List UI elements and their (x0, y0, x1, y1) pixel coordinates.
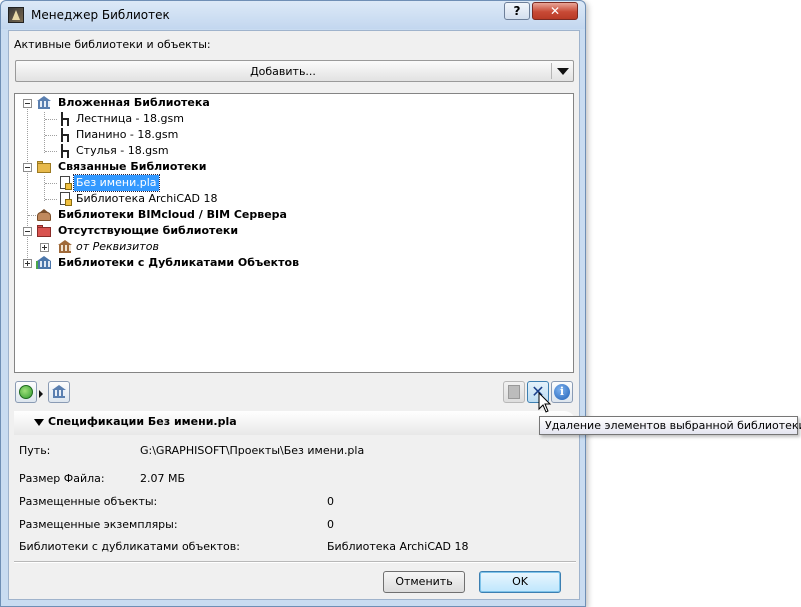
title-bar[interactable]: Менеджер Библиотек ? ✕ (1, 1, 585, 29)
close-button[interactable]: ✕ (532, 2, 578, 20)
collapse-embedded-toggle[interactable] (23, 99, 32, 108)
missing-library-icon (36, 223, 52, 239)
specifications-title: Спецификации Без имени.pla (48, 415, 237, 428)
props-library-icon (57, 239, 73, 255)
tree-connector (45, 199, 57, 200)
bimcloud-label: Библиотеки BIMcloud / BIM Сервера (58, 208, 287, 221)
tree-item-label: Пианино - 18.gsm (76, 128, 179, 141)
archicad-app-icon (8, 7, 24, 23)
info-button[interactable]: i (551, 381, 573, 403)
tree-connector (45, 183, 57, 184)
duplicate-objects-icon (36, 255, 52, 271)
selected-item-label: Без имени.pla (73, 174, 160, 192)
placed-objects-label: Размещенные объекты: (19, 495, 158, 508)
file-size-value: 2.07 МБ (140, 472, 186, 485)
tree-connector (45, 135, 57, 136)
tree-item-label: Лестница - 18.gsm (76, 112, 184, 125)
save-icon (508, 385, 520, 399)
embedded-library-label: Вложенная Библиотека (58, 96, 210, 109)
library-folder-icon (57, 191, 73, 207)
placed-instances-label: Размещенные экземпляры: (19, 518, 178, 531)
add-button-label: Добавить... (250, 65, 316, 78)
add-library-button[interactable]: Добавить... (15, 60, 574, 82)
tree-connector (44, 176, 45, 201)
library-icon (51, 384, 67, 400)
tree-connector (45, 151, 57, 152)
tree-item-label: Библиотека ArchiCAD 18 (76, 192, 218, 205)
tree-connector (27, 106, 28, 268)
path-label: Путь: (19, 444, 51, 457)
placed-objects-value: 0 (327, 495, 334, 508)
gsm-object-icon (57, 111, 73, 127)
window-title: Менеджер Библиотек (31, 8, 170, 22)
active-libraries-label: Активные библиотеки и объекты: (14, 38, 211, 51)
linked-library-icon (36, 159, 52, 175)
bimcloud-icon (36, 207, 52, 223)
delete-tooltip: Удаление элементов выбранной библиотеки (539, 416, 801, 435)
reload-libraries-button[interactable] (15, 381, 37, 403)
duplicate-libraries-value: Библиотека ArchiCAD 18 (327, 540, 469, 553)
file-size-label: Размер Файла: (19, 472, 105, 485)
specifications-header[interactable]: Спецификации Без имени.pla (14, 411, 576, 435)
collapse-missing-toggle[interactable] (23, 227, 32, 236)
tree-connector (45, 119, 57, 120)
expand-duplicates-toggle[interactable] (23, 259, 32, 268)
pla-file-icon (57, 175, 73, 191)
expand-props-toggle[interactable] (40, 243, 49, 252)
ok-button[interactable]: OK (479, 571, 561, 593)
tree-item-label: Стулья - 18.gsm (76, 144, 169, 157)
path-value: G:\GRAPHISOFT\Проекты\Без имени.pla (140, 444, 365, 457)
dialog-client-area: Активные библиотеки и объекты: Добавить.… (8, 30, 580, 600)
tree-connector (28, 215, 36, 216)
tree-item-label: от Реквизитов (76, 240, 159, 253)
reload-icon (19, 385, 33, 399)
duplicates-label: Библиотеки с Дубликатами Объектов (58, 256, 300, 269)
embedded-library-icon (36, 95, 52, 111)
help-button[interactable]: ? (504, 2, 530, 20)
chevron-down-icon[interactable] (557, 68, 569, 75)
library-settings-button[interactable] (48, 381, 70, 403)
library-tree[interactable]: Вложенная Библиотека Лестница - 18.gsm П… (14, 93, 574, 373)
collapse-linked-toggle[interactable] (23, 163, 32, 172)
info-icon: i (554, 384, 570, 400)
footer-divider (14, 561, 576, 563)
cancel-button[interactable]: Отменить (383, 571, 465, 593)
save-library-button[interactable] (503, 381, 525, 403)
duplicate-libraries-label: Библиотеки с дубликатами объектов: (19, 540, 240, 553)
gsm-object-icon (57, 127, 73, 143)
cursor-arrow-icon (538, 392, 552, 413)
library-manager-window: Менеджер Библиотек ? ✕ Активные библиоте… (0, 0, 586, 607)
reload-menu-arrow-icon[interactable] (39, 390, 43, 398)
missing-libraries-label: Отсутствующие библиотеки (58, 224, 239, 237)
collapse-triangle-icon[interactable] (34, 419, 44, 426)
linked-libraries-label: Связанные Библиотеки (58, 160, 207, 173)
split-divider (551, 63, 552, 79)
placed-instances-value: 0 (327, 518, 334, 531)
gsm-object-icon (57, 143, 73, 159)
